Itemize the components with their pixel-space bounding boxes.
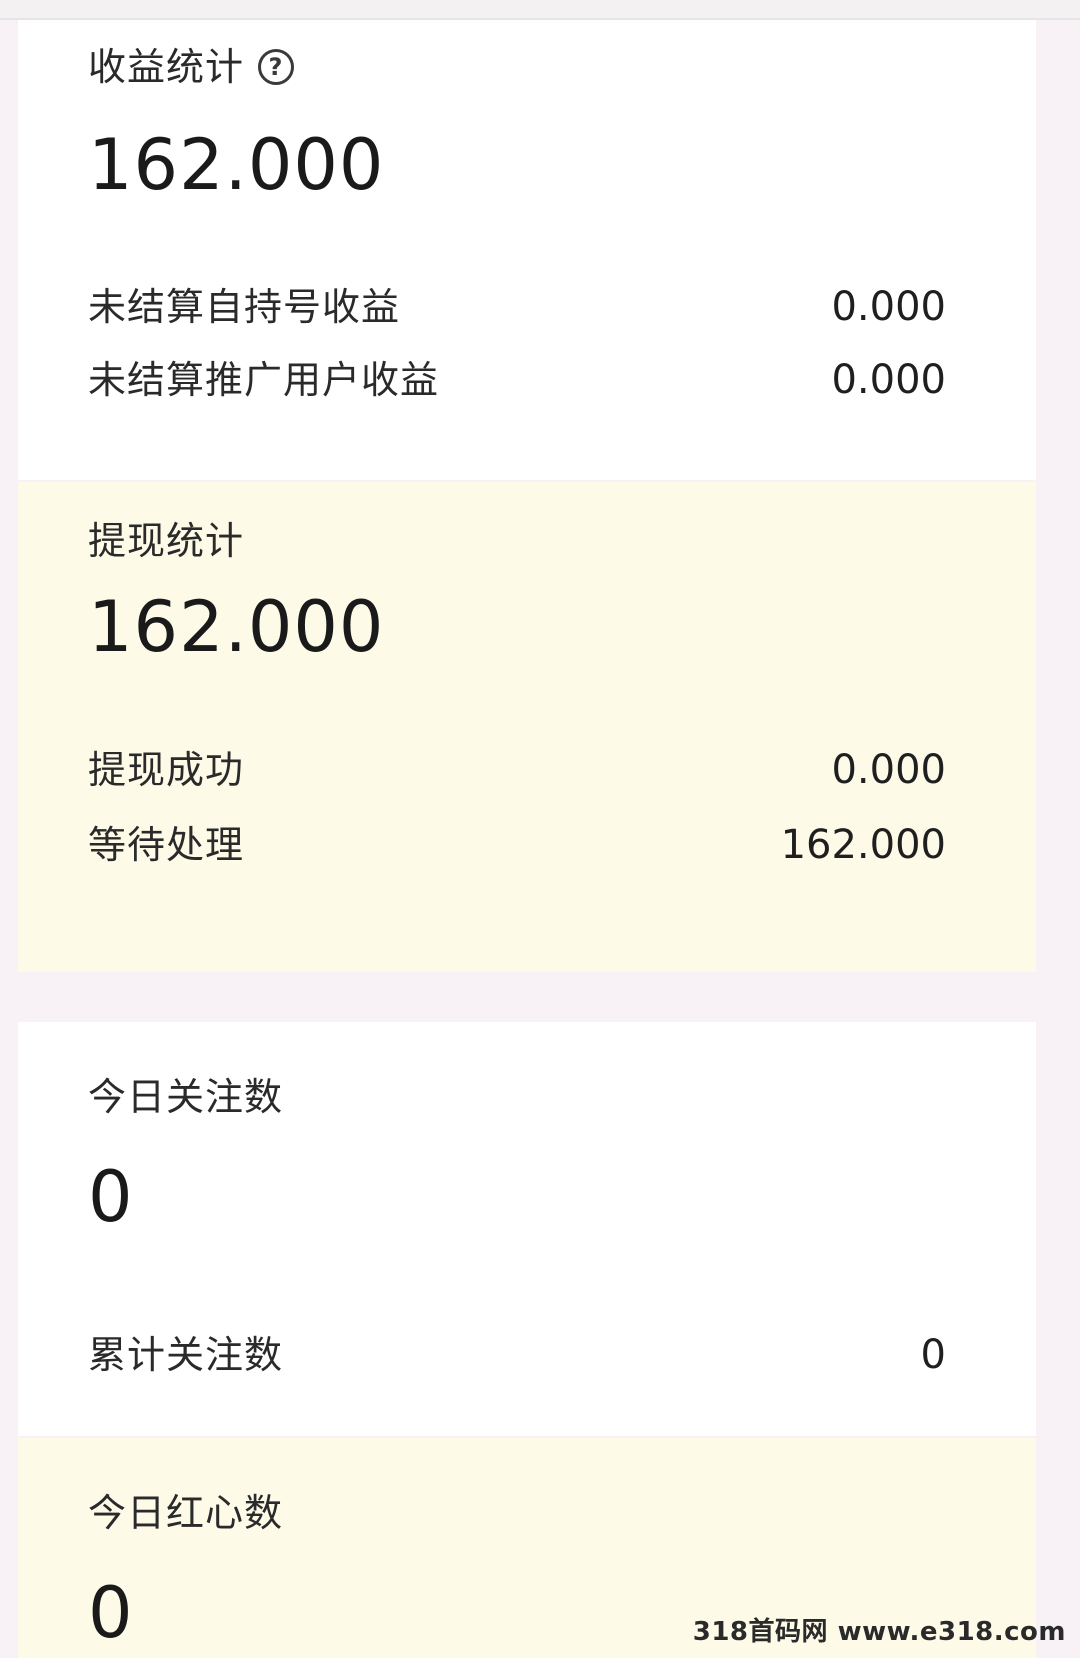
earnings-row-self-label: 未结算自持号收益 [88,285,401,329]
watermark: 318首码网 www.e318.com [692,1617,1066,1647]
follows-row-total-value: 0 [920,1332,946,1378]
earnings-row-self: 未结算自持号收益 0.000 [88,287,946,327]
earnings-row-referral: 未结算推广用户收益 0.000 [88,360,946,400]
earnings-card: 收益统计 ? 162.000 未结算自持号收益 0.000 未结算推广用户收益 … [18,20,1036,480]
hearts-title: 今日红心数 [88,1491,284,1535]
earnings-title-text: 收益统计 [88,45,245,89]
withdraw-row-success-label: 提现成功 [88,748,245,792]
withdraw-row-pending-value: 162.000 [780,822,946,868]
follows-title: 今日关注数 [88,1075,284,1119]
withdraw-row-success: 提现成功 0.000 [88,750,946,790]
help-icon[interactable]: ? [258,49,295,85]
withdraw-card: 提现统计 162.000 提现成功 0.000 等待处理 162.000 [18,482,1036,972]
top-strip [0,0,1080,20]
follows-row-total-label: 累计关注数 [88,1333,284,1377]
follows-row-total: 累计关注数 0 [88,1335,946,1375]
earnings-row-self-value: 0.000 [831,284,946,330]
withdraw-title: 提现统计 [88,519,245,563]
withdraw-row-success-value: 0.000 [831,747,946,793]
earnings-row-referral-label: 未结算推广用户收益 [88,358,440,402]
withdraw-total: 162.000 [88,586,385,668]
follows-today: 0 [88,1156,134,1238]
hearts-today: 0 [88,1572,134,1654]
earnings-total: 162.000 [88,124,385,206]
withdraw-row-pending-label: 等待处理 [88,823,245,867]
withdraw-row-pending: 等待处理 162.000 [88,825,946,865]
follows-card: 今日关注数 0 累计关注数 0 [18,1022,1036,1436]
earnings-title: 收益统计 ? [88,45,295,89]
earnings-row-referral-value: 0.000 [831,357,946,403]
